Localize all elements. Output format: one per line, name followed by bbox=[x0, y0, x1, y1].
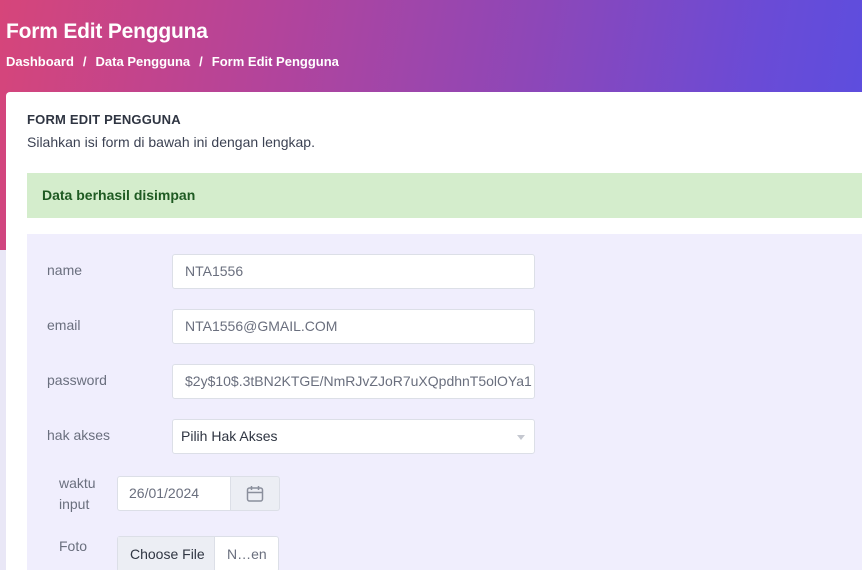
email-input[interactable]: NTA1556@GMAIL.COM bbox=[172, 309, 535, 344]
breadcrumb-dashboard[interactable]: Dashboard bbox=[6, 54, 74, 69]
breadcrumb: Dashboard / Data Pengguna / Form Edit Pe… bbox=[6, 54, 339, 69]
calendar-button[interactable] bbox=[231, 476, 280, 511]
breadcrumb-separator: / bbox=[82, 54, 87, 69]
alert-message: Data berhasil disimpan bbox=[42, 187, 196, 203]
chevron-down-icon bbox=[517, 435, 525, 440]
password-input[interactable]: $2y$10$.3tBN2KTGE/NmRJvZJoR7uXQpdhnT5olO… bbox=[172, 364, 535, 399]
card-title: FORM EDIT PENGGUNA bbox=[27, 112, 181, 127]
waktu-input-label-line1: waktu bbox=[59, 475, 96, 491]
name-label: name bbox=[47, 262, 83, 278]
waktu-input-field[interactable]: 26/01/2024 bbox=[117, 476, 231, 511]
breadcrumb-separator: / bbox=[199, 54, 203, 69]
breadcrumb-current: Form Edit Pengguna bbox=[211, 54, 339, 69]
name-input[interactable]: NTA1556 bbox=[172, 254, 535, 289]
file-name-text: N…en bbox=[227, 546, 267, 562]
hak-akses-selected: Pilih Hak Akses bbox=[181, 428, 278, 444]
foto-label: Foto bbox=[59, 538, 88, 554]
page-title: Form Edit Pengguna bbox=[6, 20, 208, 43]
breadcrumb-data-pengguna[interactable]: Data Pengguna bbox=[96, 54, 191, 69]
email-label: email bbox=[47, 317, 81, 333]
form-card: FORM EDIT PENGGUNA Silahkan isi form di … bbox=[6, 92, 862, 570]
card-subtitle: Silahkan isi form di bawah ini dengan le… bbox=[27, 134, 315, 150]
choose-file-button[interactable]: Choose File bbox=[118, 537, 215, 570]
success-alert: Data berhasil disimpan bbox=[27, 173, 862, 218]
hak-akses-select[interactable]: Pilih Hak Akses bbox=[172, 419, 535, 454]
hak-akses-label: hak akses bbox=[47, 427, 111, 443]
waktu-input-group: 26/01/2024 bbox=[117, 476, 280, 511]
waktu-input-label-line2: input bbox=[59, 496, 90, 512]
foto-file-input[interactable]: Choose File N…en bbox=[117, 536, 279, 570]
calendar-icon bbox=[246, 485, 264, 502]
password-label: password bbox=[47, 372, 107, 388]
form-area: name NTA1556 email NTA1556@GMAIL.COM pas… bbox=[27, 234, 862, 570]
